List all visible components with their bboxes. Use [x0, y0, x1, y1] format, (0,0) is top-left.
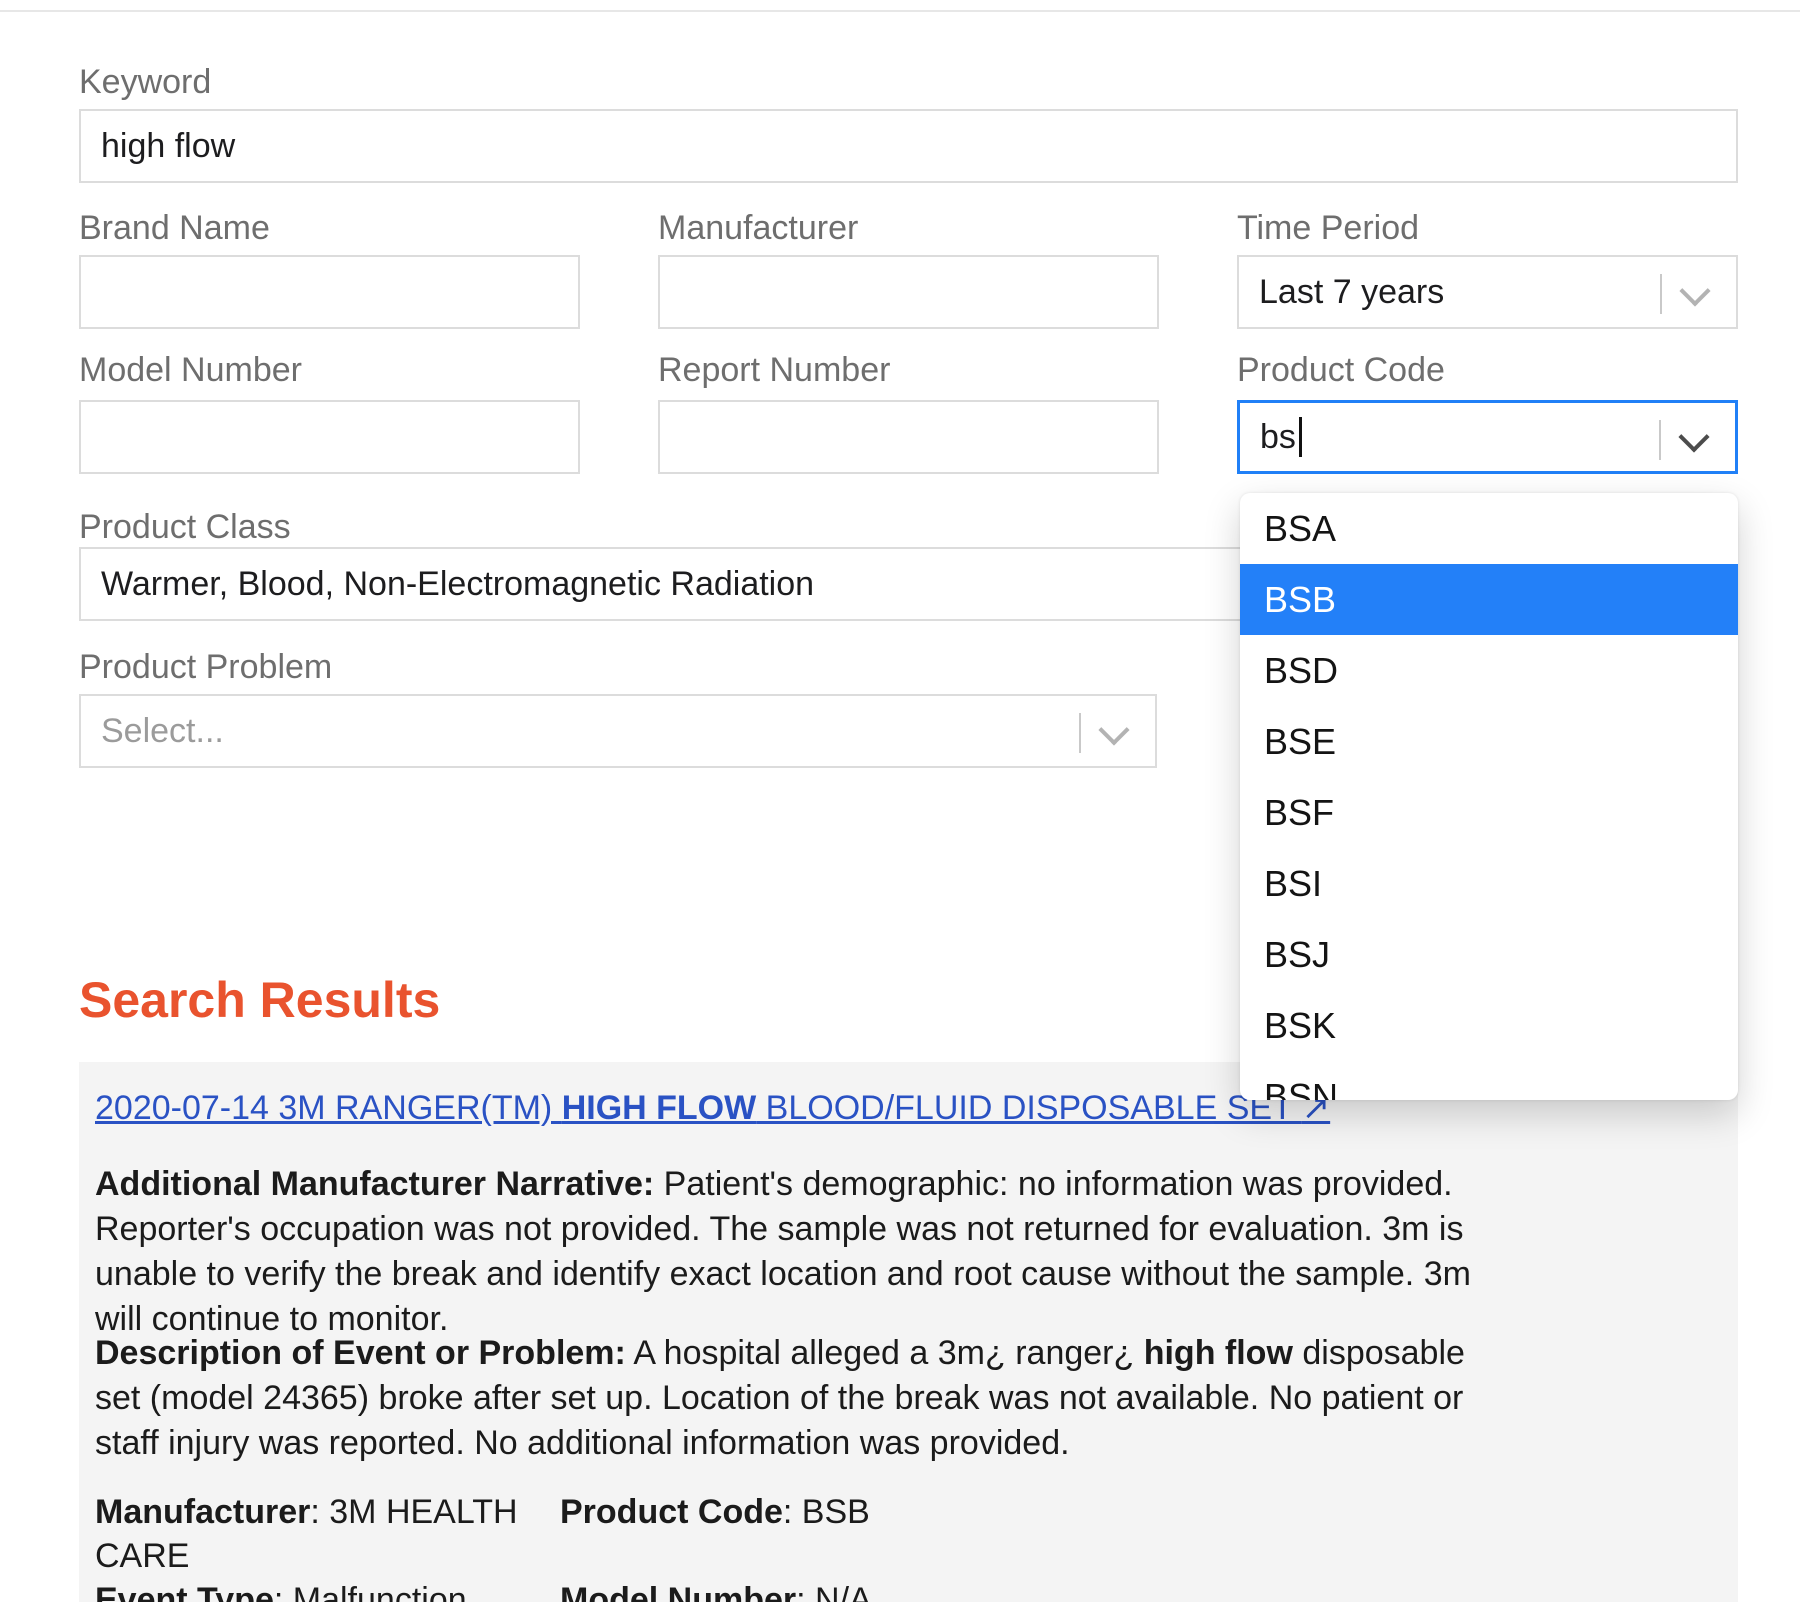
dropdown-option-BSD[interactable]: BSD [1240, 635, 1738, 706]
description-text: A hospital alleged a 3m¿ ranger¿ [626, 1334, 1144, 1372]
chevron-down-icon [1098, 714, 1129, 745]
result-field: Manufacturer: 3M HEALTH CARE [95, 1490, 560, 1578]
search-results-heading: Search Results [79, 972, 440, 1028]
select-divider [1079, 713, 1081, 753]
result-link-text: 2020-07-14 3M RANGER(TM) [95, 1089, 562, 1127]
model-number-label: Model Number [79, 350, 302, 390]
result-link-text: BLOOD/FLUID DISPOSABLE SET [756, 1089, 1301, 1127]
select-divider [1659, 420, 1661, 460]
product-class-value: Warmer, Blood, Non-Electromagnetic Radia… [101, 565, 814, 604]
keyword-label: Keyword [79, 62, 211, 102]
product-problem-placeholder: Select... [101, 712, 224, 751]
result-link-keyword: HIGH FLOW [562, 1089, 757, 1127]
dropdown-option-BSN[interactable]: BSN [1240, 1061, 1738, 1100]
dropdown-option-BSE[interactable]: BSE [1240, 706, 1738, 777]
result-fields: Manufacturer: 3M HEALTH CAREProduct Code… [95, 1490, 872, 1602]
result-field: Event Type: Malfunction [95, 1578, 560, 1602]
product-code-input[interactable]: bs [1237, 400, 1738, 474]
search-page: Keyword high flow Brand Name Manufacture… [0, 0, 1800, 1602]
product-code-value: bs [1260, 418, 1296, 457]
chevron-down-icon [1679, 275, 1710, 306]
brand-name-label: Brand Name [79, 208, 270, 248]
result-card: 2020-07-14 3M RANGER(TM) HIGH FLOW BLOOD… [79, 1062, 1738, 1602]
text-cursor [1299, 417, 1302, 457]
narrative-paragraph: Additional Manufacturer Narrative: Patie… [95, 1162, 1493, 1342]
report-number-input[interactable] [658, 400, 1159, 474]
product-class-label: Product Class [79, 507, 291, 547]
select-divider [1660, 274, 1662, 314]
product-code-label: Product Code [1237, 350, 1445, 390]
product-problem-select[interactable]: Select... [79, 694, 1157, 768]
description-paragraph: Description of Event or Problem: A hospi… [95, 1331, 1493, 1466]
dropdown-option-BSF[interactable]: BSF [1240, 777, 1738, 848]
time-period-value: Last 7 years [1259, 273, 1444, 312]
brand-name-input[interactable] [79, 255, 580, 329]
manufacturer-input[interactable] [658, 255, 1159, 329]
result-link[interactable]: 2020-07-14 3M RANGER(TM) HIGH FLOW BLOOD… [95, 1086, 1330, 1131]
model-number-input[interactable] [79, 400, 580, 474]
time-period-label: Time Period [1237, 208, 1419, 248]
dropdown-option-BSJ[interactable]: BSJ [1240, 919, 1738, 990]
result-field: Model Number: N/A [560, 1578, 872, 1602]
report-number-label: Report Number [658, 350, 890, 390]
keyword-value: high flow [101, 127, 235, 166]
narrative-label: Additional Manufacturer Narrative: [95, 1165, 654, 1203]
dropdown-option-BSK[interactable]: BSK [1240, 990, 1738, 1061]
manufacturer-label: Manufacturer [658, 208, 858, 248]
chevron-down-icon[interactable] [1678, 421, 1709, 452]
product-code-dropdown: BSABSBBSDBSEBSFBSIBSJBSKBSN [1240, 493, 1738, 1100]
description-label: Description of Event or Problem: [95, 1334, 626, 1372]
time-period-select[interactable]: Last 7 years [1237, 255, 1738, 329]
product-problem-label: Product Problem [79, 647, 332, 687]
keyword-input[interactable]: high flow [79, 109, 1738, 183]
dropdown-option-BSI[interactable]: BSI [1240, 848, 1738, 919]
dropdown-option-BSA[interactable]: BSA [1240, 493, 1738, 564]
description-keyword: high flow [1144, 1334, 1293, 1372]
result-field: Product Code: BSB [560, 1490, 872, 1578]
top-divider [0, 10, 1800, 12]
dropdown-option-BSB[interactable]: BSB [1240, 564, 1738, 635]
